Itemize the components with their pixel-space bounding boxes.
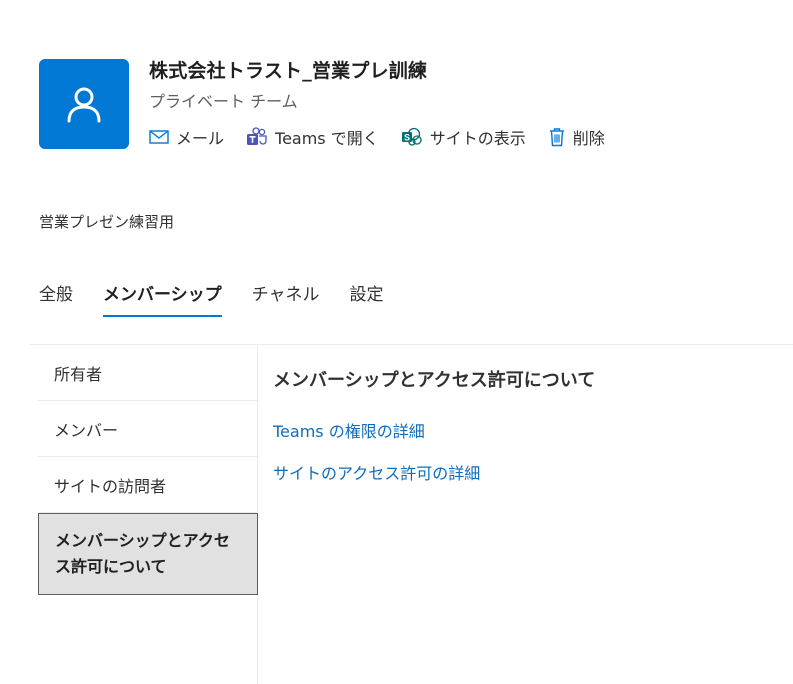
- teams-permissions-link[interactable]: Teams の権限の詳細: [273, 418, 595, 442]
- tab-membership[interactable]: メンバーシップ: [103, 280, 222, 317]
- team-description: 営業プレゼン練習用: [39, 213, 175, 231]
- team-avatar: [39, 59, 129, 149]
- teams-icon: [246, 127, 268, 147]
- open-in-teams-button[interactable]: Teams で開く: [246, 125, 379, 149]
- mail-icon: [149, 129, 169, 145]
- trash-icon: [548, 127, 566, 147]
- svg-text:S: S: [404, 133, 410, 143]
- team-name: 株式会社トラスト_営業プレ訓練: [149, 60, 428, 82]
- tab-bar: 全般 メンバーシップ チャネル 設定: [39, 280, 414, 317]
- view-site-label: サイトの表示: [429, 129, 526, 148]
- site-permissions-link[interactable]: サイトのアクセス許可の詳細: [273, 460, 595, 484]
- open-in-teams-label: Teams で開く: [275, 129, 379, 148]
- content-title: メンバーシップとアクセス許可について: [273, 370, 596, 391]
- nav-item-about-permissions[interactable]: メンバーシップとアクセス許可について: [38, 513, 258, 595]
- delete-label: 削除: [572, 129, 605, 148]
- sharepoint-icon: S: [401, 127, 423, 147]
- mail-button[interactable]: メール: [149, 125, 224, 149]
- person-icon: [67, 87, 101, 123]
- team-actions: メール Teams で開く S サイトの表示 削除: [149, 124, 627, 150]
- delete-button[interactable]: 削除: [548, 125, 605, 149]
- content-panel: メンバーシップとアクセス許可について Teams の権限の詳細 サイトのアクセス…: [273, 366, 595, 484]
- nav-item-site-visitors[interactable]: サイトの訪問者: [38, 457, 258, 513]
- team-type: プライベート チーム: [149, 92, 298, 111]
- view-site-button[interactable]: S サイトの表示: [401, 125, 526, 149]
- team-details-page: 株式会社トラスト_営業プレ訓練 プライベート チーム メール Teams で開く…: [0, 0, 793, 684]
- tab-settings[interactable]: 設定: [350, 280, 384, 317]
- membership-nav: 所有者 メンバー サイトの訪問者 メンバーシップとアクセス許可について: [38, 345, 258, 595]
- tab-channels[interactable]: チャネル: [252, 280, 320, 317]
- tab-general[interactable]: 全般: [39, 280, 73, 317]
- nav-item-members[interactable]: メンバー: [38, 401, 258, 457]
- mail-label: メール: [176, 129, 225, 148]
- nav-item-owners[interactable]: 所有者: [38, 345, 258, 401]
